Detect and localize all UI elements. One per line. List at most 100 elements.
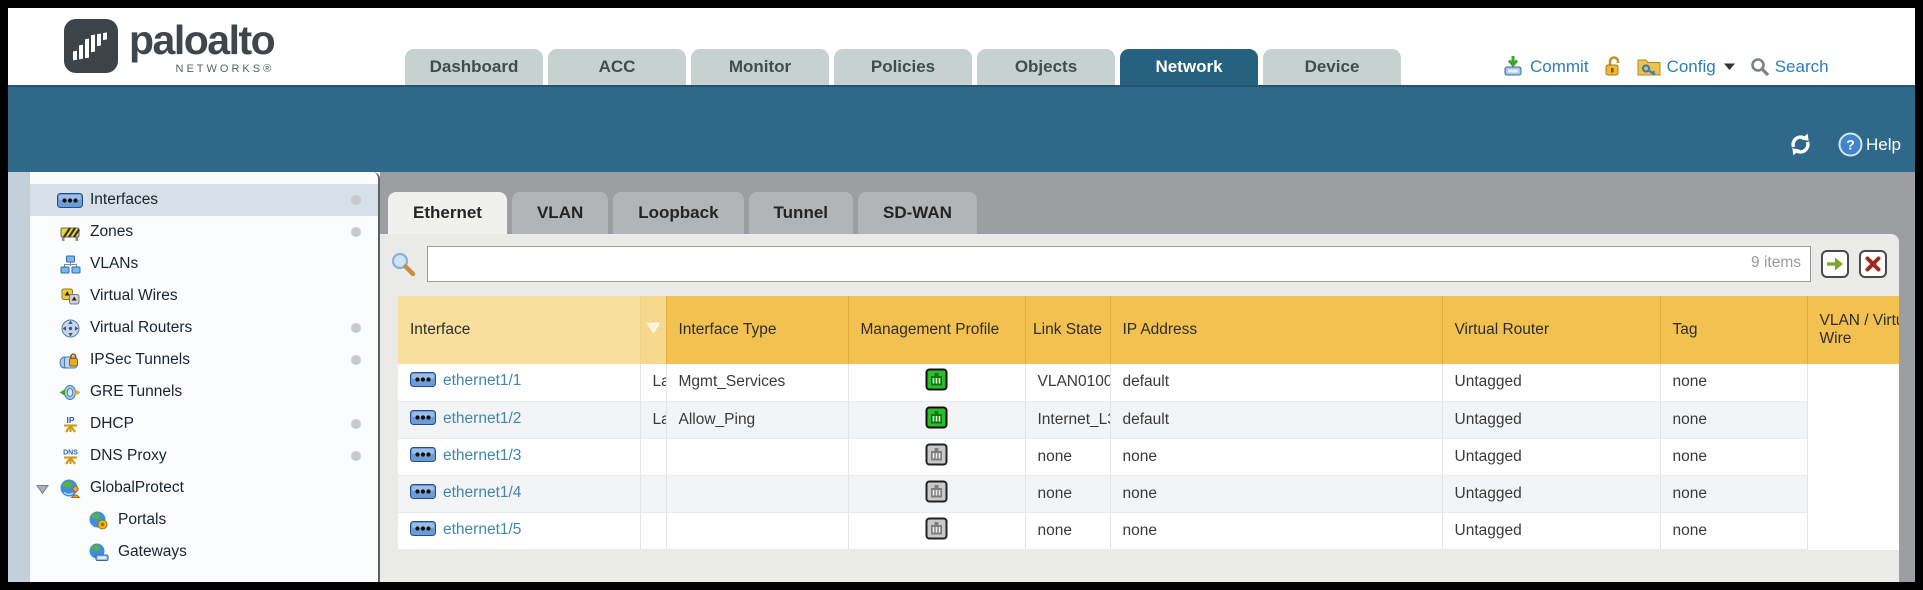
sidebar-item-label: Portals	[118, 511, 166, 529]
nav-tab-policies[interactable]: Policies	[834, 49, 972, 85]
tab-ethernet[interactable]: Ethernet	[388, 192, 507, 234]
filter-input[interactable]	[427, 246, 1811, 282]
nav-tab-monitor[interactable]: Monitor	[691, 49, 829, 85]
sort-dropdown-icon	[646, 321, 661, 338]
nav-tab-device[interactable]: Device	[1263, 49, 1401, 85]
network-sidebar: InterfacesZones VLANs Virtual Wires Virtual…	[30, 172, 380, 582]
link-state-down-icon[interactable]	[925, 527, 948, 544]
interface-link[interactable]: ethernet1/3	[443, 447, 521, 464]
apply-filter-button[interactable]	[1821, 250, 1849, 278]
link-state-down-icon[interactable]	[925, 490, 948, 507]
ethernet-icon	[56, 193, 84, 208]
sidebar-item-gateways[interactable]: Gateways	[30, 536, 378, 568]
interface-link[interactable]: ethernet1/2	[443, 410, 521, 427]
link-state-up-icon[interactable]	[925, 378, 948, 395]
interface-cell: ethernet1/1	[398, 364, 640, 401]
commit-label: Commit	[1530, 57, 1589, 77]
column-header-tag[interactable]: Tag	[1660, 296, 1807, 364]
clear-filter-button[interactable]	[1859, 250, 1887, 278]
lock-button[interactable]	[1603, 55, 1622, 78]
ethernet-icon	[410, 374, 436, 391]
search-button[interactable]: Search	[1750, 57, 1829, 77]
sidebar-item-dns-proxy[interactable]: DNSDNS Proxy	[30, 440, 378, 472]
header-actions: Commit Config	[1501, 55, 1829, 78]
expand-triangle-icon[interactable]	[36, 482, 49, 500]
link-state-up-icon[interactable]	[925, 416, 948, 433]
column-header-ip-address[interactable]: IP Address	[1110, 296, 1442, 364]
config-button[interactable]: Config	[1636, 56, 1736, 77]
ip-address-cell: VLAN0100_L3_10-1-100-254--24	[1025, 364, 1110, 401]
tab-vlan[interactable]: VLAN	[512, 192, 608, 234]
interface-type-cell	[640, 438, 666, 475]
vlan-wire-cell: none	[1660, 438, 1807, 475]
item-status-dot	[351, 227, 361, 237]
column-header-interface[interactable]: Interface	[398, 296, 640, 364]
column-header-vlan-virtual-wire[interactable]: VLAN / Virtual Wire	[1807, 296, 1899, 364]
sidebar-item-gre-tunnels[interactable]: GRE Tunnels	[30, 376, 378, 408]
sidebar-item-label: VLANs	[90, 255, 138, 273]
sidebar-item-label: Virtual Wires	[90, 287, 178, 305]
svg-text:?: ?	[1846, 137, 1855, 153]
tab-sd-wan[interactable]: SD-WAN	[858, 192, 977, 234]
interface-cell: ethernet1/2	[398, 401, 640, 438]
interface-link[interactable]: ethernet1/1	[443, 372, 521, 389]
table-row: ethernet1/4nonenoneUntaggednone	[398, 475, 1899, 512]
sidebar-item-label: DNS Proxy	[90, 447, 167, 465]
ip-address-cell: none	[1025, 438, 1110, 475]
nav-tab-network[interactable]: Network	[1120, 49, 1258, 85]
ethernet-icon	[410, 523, 436, 540]
filter-row: 9 items	[380, 234, 1899, 282]
interface-link[interactable]: ethernet1/4	[443, 484, 521, 501]
sidebar-item-label: Gateways	[118, 543, 187, 561]
filter-search-icon	[390, 251, 417, 278]
commit-button[interactable]: Commit	[1501, 55, 1589, 78]
ip-address-cell: Internet_L3_203-0-113-254--24	[1025, 401, 1110, 438]
interface-type-cell: Layer3	[640, 401, 666, 438]
link-state-down-icon[interactable]	[925, 453, 948, 470]
sidebar-item-globalprotect[interactable]: GlobalProtect	[30, 472, 378, 504]
ethernet-icon	[410, 412, 436, 429]
sidebar-item-portals[interactable]: Portals	[30, 504, 378, 536]
tab-tunnel[interactable]: Tunnel	[749, 192, 853, 234]
sidebar-item-virtual-routers[interactable]: Virtual Routers	[30, 312, 378, 344]
nav-tab-acc[interactable]: ACC	[548, 49, 686, 85]
table-header-row: Interface Interface TypeManagement Profil…	[398, 296, 1899, 364]
interface-link[interactable]: ethernet1/5	[443, 521, 521, 538]
tab-loopback[interactable]: Loopback	[613, 192, 743, 234]
sidebar-item-label: DHCP	[90, 415, 134, 433]
table-row: ethernet1/3nonenoneUntaggednone	[398, 438, 1899, 475]
sidebar-item-dhcp[interactable]: IP DHCP	[30, 408, 378, 440]
link-state-cell	[848, 475, 1025, 512]
sort-dropdown[interactable]	[640, 296, 666, 364]
paloalto-logo: paloalto NETWORKS®	[64, 19, 274, 75]
management-profile-cell	[666, 438, 848, 475]
sidebar-item-virtual-wires[interactable]: Virtual Wires	[30, 280, 378, 312]
item-status-dot	[351, 323, 361, 333]
dhcp-icon: IP	[56, 415, 84, 434]
sidebar-item-label: IPSec Tunnels	[90, 351, 190, 369]
lock-icon	[1603, 55, 1622, 78]
nav-tab-dashboard[interactable]: Dashboard	[405, 49, 543, 85]
column-header-management-profile[interactable]: Management Profile	[848, 296, 1025, 364]
ethernet-icon	[410, 449, 436, 466]
help-button[interactable]: ? Help	[1838, 132, 1901, 157]
column-header-link-state[interactable]: Link State	[1025, 296, 1110, 364]
sidebar-item-interfaces[interactable]: Interfaces	[30, 184, 378, 216]
nav-tab-objects[interactable]: Objects	[977, 49, 1115, 85]
tag-cell: Untagged	[1442, 364, 1660, 401]
column-header-interface-type[interactable]: Interface Type	[666, 296, 848, 364]
column-header-virtual-router[interactable]: Virtual Router	[1442, 296, 1660, 364]
brand-name: paloalto	[129, 19, 274, 62]
globalprotect-icon	[56, 479, 84, 498]
sidebar-item-vlans[interactable]: VLANs	[30, 248, 378, 280]
vlan-wire-cell: none	[1660, 475, 1807, 512]
sidebar-item-ipsec-tunnels[interactable]: IPSec Tunnels	[30, 344, 378, 376]
items-count: 9 items	[1751, 254, 1801, 272]
close-icon	[1865, 256, 1881, 272]
sidebar-item-label: Virtual Routers	[90, 319, 192, 337]
sidebar-item-zones[interactable]: Zones	[30, 216, 378, 248]
refresh-button[interactable]	[1787, 133, 1814, 156]
management-profile-cell: Allow_Ping	[666, 401, 848, 438]
vlans-icon	[56, 255, 84, 274]
link-state-cell	[848, 401, 1025, 438]
